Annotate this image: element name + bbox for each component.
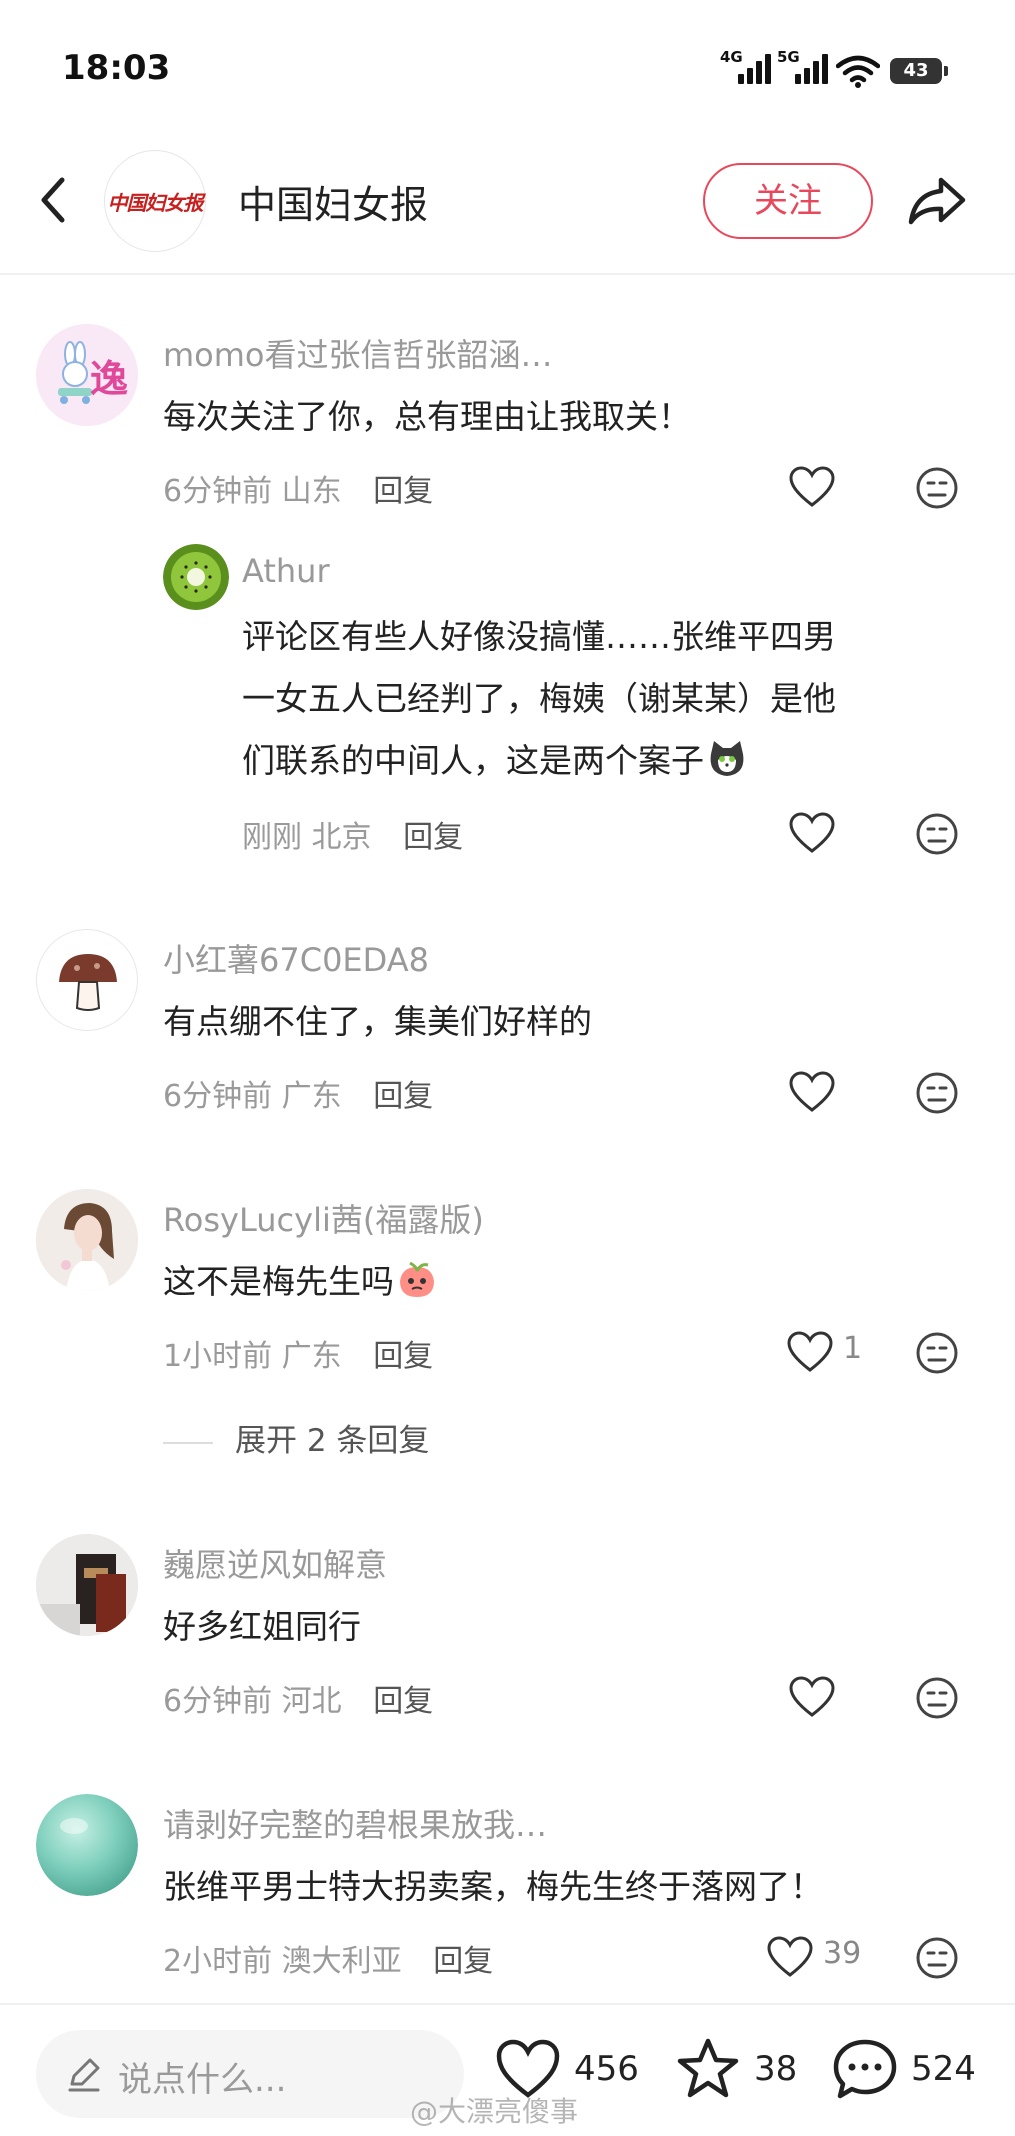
like-heart-icon[interactable]: [789, 812, 835, 854]
comment-text: 张维平男士特大拐卖案，梅先生终于落网了！: [163, 1867, 823, 1906]
reply-meta: 刚刚 北京 回复: [242, 812, 463, 856]
follow-button[interactable]: 关注: [703, 163, 873, 239]
comment-text: 好多红姐同行: [163, 1607, 361, 1646]
like-count: 456: [574, 2049, 639, 2089]
username[interactable]: 小红薯67C0EDA8: [163, 935, 429, 981]
like-heart-icon[interactable]: [789, 466, 835, 508]
kiwi-avatar-icon: [163, 544, 229, 610]
reply-button[interactable]: 回复: [403, 820, 463, 855]
status-time: 18:03: [62, 48, 171, 88]
peach-emoji-icon: [400, 1261, 434, 1297]
comment-text: 每次关注了你，总有理由让我取关！: [163, 397, 691, 436]
username[interactable]: momo看过张信哲张韶涵…: [163, 330, 553, 376]
portrait-avatar-icon: [36, 1189, 138, 1291]
like-count: 39: [823, 1936, 862, 1971]
dislike-face-icon[interactable]: [915, 1071, 959, 1115]
back-arrow-icon[interactable]: [30, 170, 80, 230]
battery-icon: 43: [890, 58, 948, 84]
comment-time: 2小时前: [163, 1944, 273, 1979]
username[interactable]: 巍愿逆风如解意: [163, 1540, 387, 1586]
reply-time: 刚刚: [242, 820, 302, 855]
reply-text-line-1: 评论区有些人好像没搞懂……张维平四男: [242, 617, 836, 656]
wifi-icon: [836, 55, 880, 88]
comment-input[interactable]: 说点什么...: [36, 2030, 464, 2118]
comment-location: 广东: [281, 1079, 342, 1114]
mushroom-avatar-icon: [59, 954, 117, 1011]
status-bar: 18:03 4G 5G 43: [0, 0, 1015, 140]
reply-location: 北京: [311, 820, 372, 855]
reply-text-line-2: 一女五人已经判了，梅姨（谢某某）是他: [242, 679, 836, 718]
comment-input-placeholder: 说点什么...: [118, 2060, 287, 2100]
avatar[interactable]: [163, 544, 229, 610]
reply-button[interactable]: 回复: [373, 1684, 433, 1719]
comment-text: 这不是梅先生吗: [163, 1251, 438, 1313]
comment-time: 6分钟前: [163, 474, 273, 509]
avatar[interactable]: [36, 929, 138, 1031]
comment-time: 6分钟前: [163, 1079, 273, 1114]
comment-meta: 6分钟前 广东 回复: [163, 1071, 433, 1115]
logo-text: 中国妇女报: [107, 190, 204, 215]
share-icon[interactable]: [905, 170, 969, 230]
like-heart-icon[interactable]: [787, 1331, 833, 1373]
comment-meta: 6分钟前 山东 回复: [163, 466, 433, 510]
like-count: 1: [843, 1331, 863, 1366]
reply-button[interactable]: 回复: [373, 474, 433, 509]
star-favorite-icon[interactable]: [675, 2037, 741, 2101]
comment-text: 有点绷不住了，集美们好样的: [163, 1002, 592, 1041]
reply-text-line-3: 们联系的中间人，这是两个案子: [242, 730, 748, 792]
comment-meta: 6分钟前 河北 回复: [163, 1676, 433, 1720]
watermark: @大漂亮傻事: [410, 2095, 579, 2128]
username[interactable]: 请剥好完整的碧根果放我…: [163, 1800, 547, 1846]
favorite-count: 38: [754, 2049, 798, 2089]
reply-button[interactable]: 回复: [373, 1339, 433, 1374]
avatar[interactable]: 逸: [36, 324, 138, 426]
dislike-face-icon[interactable]: [915, 1936, 959, 1980]
avatar[interactable]: [36, 1534, 138, 1636]
comment-location: 山东: [281, 474, 342, 509]
avatar[interactable]: [36, 1794, 138, 1896]
like-heart-icon[interactable]: [789, 1071, 835, 1113]
reply-button[interactable]: 回复: [433, 1944, 493, 1979]
dislike-face-icon[interactable]: [915, 466, 959, 510]
comment-count: 524: [911, 2049, 976, 2089]
comment-meta: 2小时前 澳大利亚 回复: [163, 1936, 493, 1980]
avatar[interactable]: [36, 1189, 138, 1291]
comment-time: 1小时前: [163, 1339, 273, 1374]
reply-button[interactable]: 回复: [373, 1079, 433, 1114]
dislike-face-icon[interactable]: [915, 1676, 959, 1720]
comment-bubble-icon[interactable]: [832, 2038, 898, 2100]
expand-replies-button[interactable]: 展开 2 条回复: [163, 1415, 429, 1460]
dislike-face-icon[interactable]: [915, 1331, 959, 1375]
avatar-char: 逸: [90, 357, 129, 401]
dislike-face-icon[interactable]: [915, 812, 959, 856]
like-heart-icon[interactable]: [789, 1676, 835, 1718]
header: 中国妇女报 中国妇女报 关注: [0, 140, 1015, 275]
cat-emoji-icon: [710, 741, 744, 776]
username[interactable]: RosyLucyli茜(福露版): [163, 1195, 484, 1241]
comment-time: 6分钟前: [163, 1684, 273, 1719]
account-avatar-logo[interactable]: 中国妇女报: [104, 150, 206, 252]
like-heart-icon[interactable]: [767, 1936, 813, 1978]
comment-location: 河北: [281, 1684, 342, 1719]
reply-username[interactable]: Athur: [242, 552, 330, 590]
comment-location: 广东: [281, 1339, 342, 1374]
comment-meta: 1小时前 广东 回复: [163, 1331, 433, 1375]
jade-avatar-icon: [36, 1794, 138, 1896]
page-title[interactable]: 中国妇女报: [238, 174, 428, 229]
pen-icon: [68, 2058, 100, 2092]
perfume-avatar-icon: [36, 1534, 138, 1636]
comment-location: 澳大利亚: [281, 1944, 402, 1979]
